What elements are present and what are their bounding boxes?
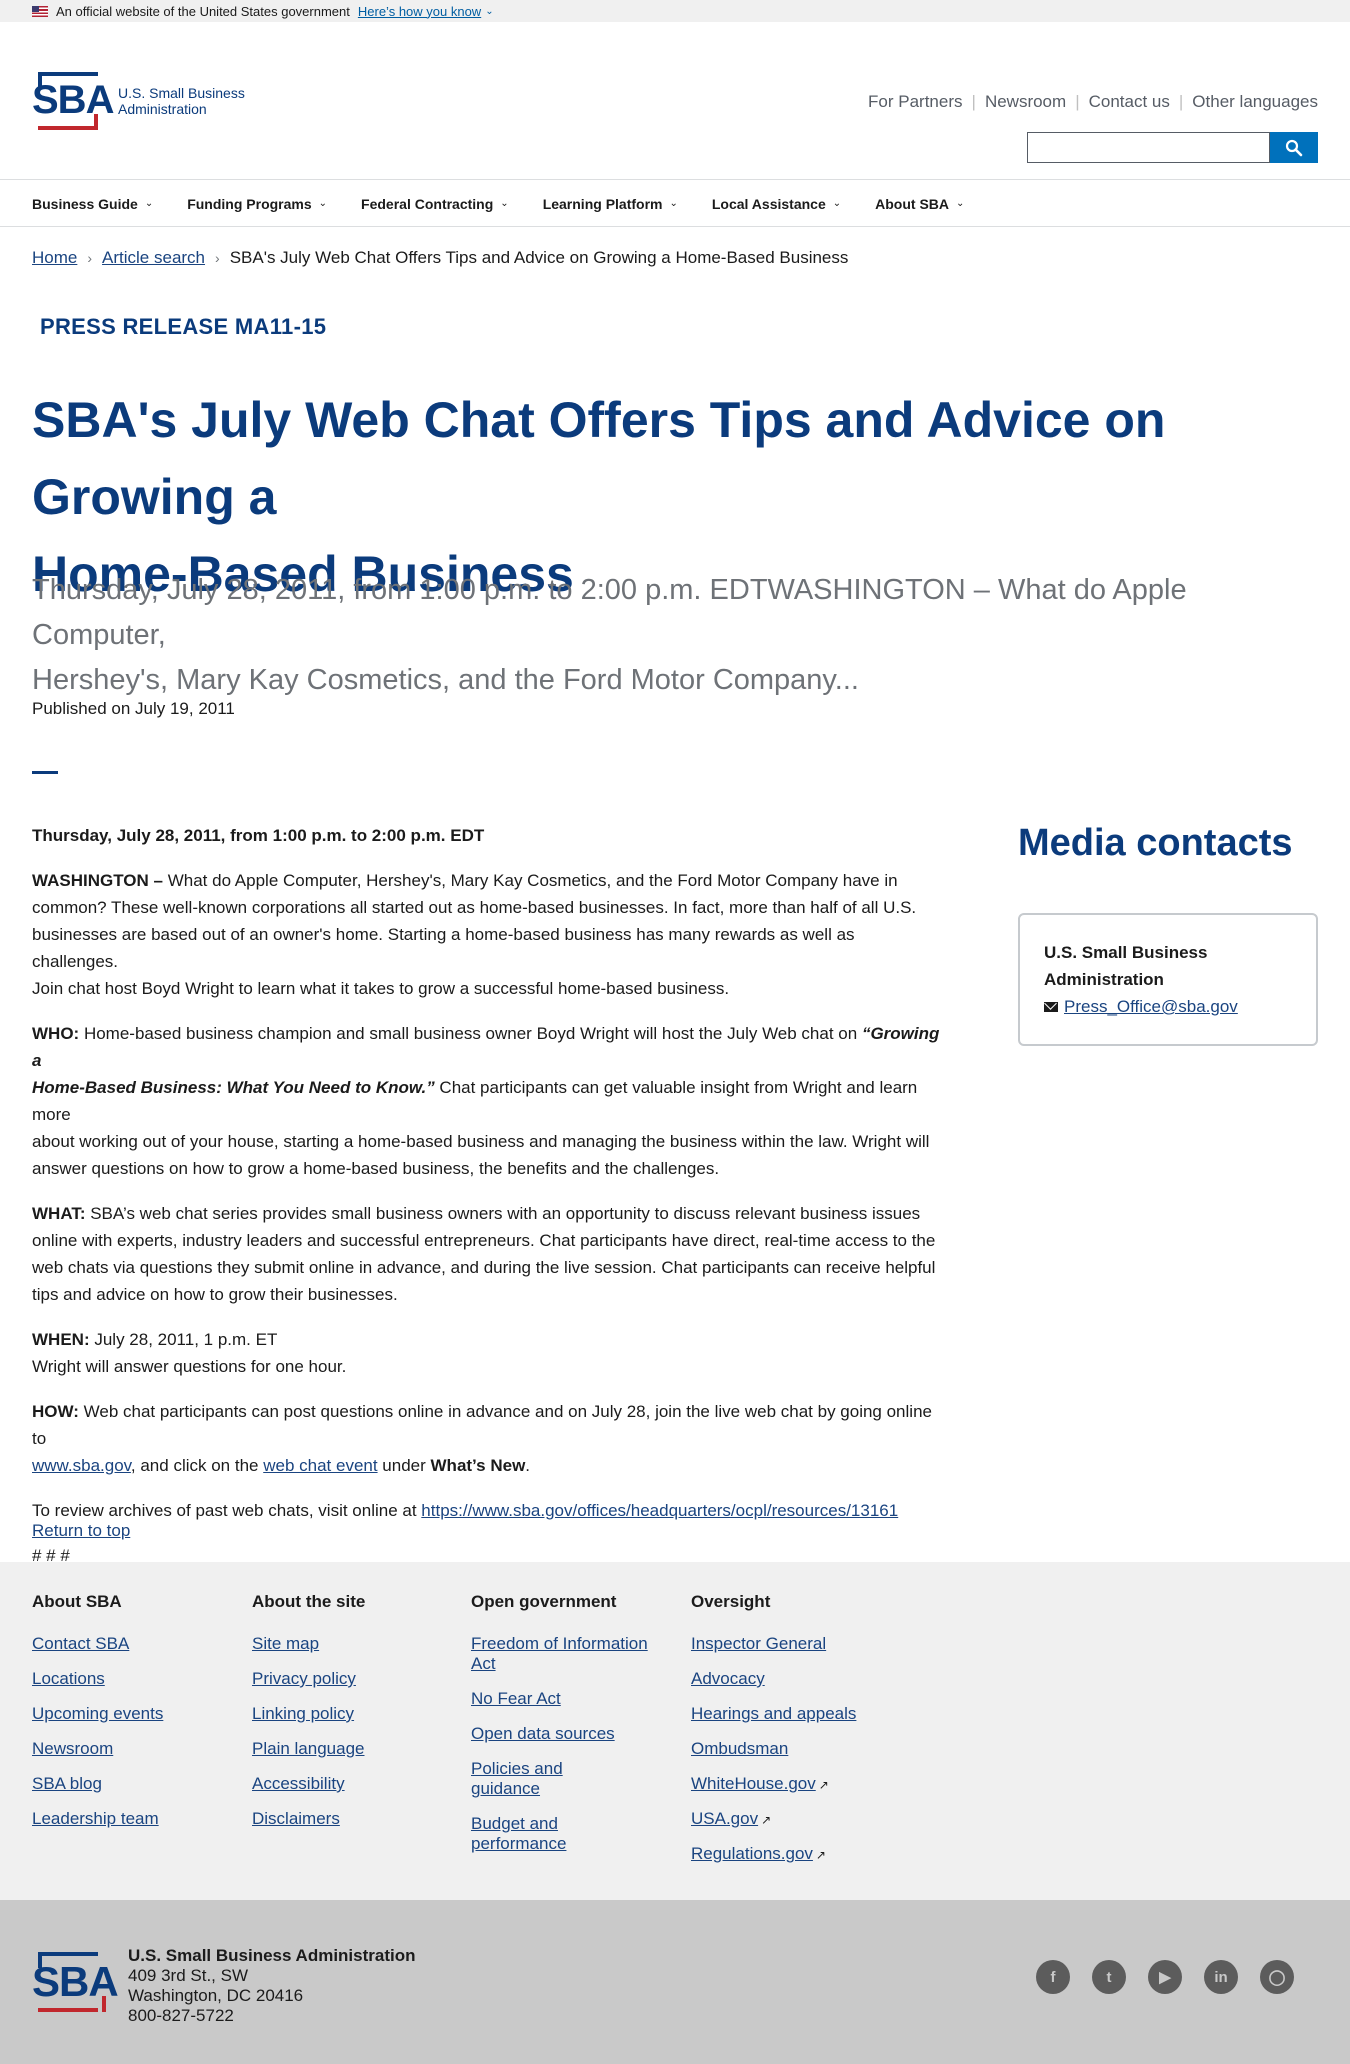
event-date-line: Thursday, July 28, 2011, from 1:00 p.m. …: [32, 826, 485, 845]
main-nav: Business Guide ⌄ Funding Programs ⌄ Federa…: [0, 181, 1350, 227]
utility-link-languages[interactable]: Other languages: [1192, 92, 1318, 112]
press-office-email-link[interactable]: Press_Office@sba.gov: [1064, 993, 1238, 1020]
nav-learning-platform[interactable]: Learning Platform ⌄: [543, 196, 678, 212]
external-link-icon: ↗: [815, 1848, 826, 1862]
heres-how-you-know-link[interactable]: Here’s how you know: [358, 4, 481, 19]
chevron-down-icon: ⌄: [669, 198, 678, 209]
utility-link-newsroom[interactable]: Newsroom: [985, 92, 1066, 112]
media-contact-card: U.S. Small Business Administration Press…: [1018, 913, 1318, 1046]
footer-link[interactable]: USA.gov: [691, 1809, 758, 1828]
footer-link[interactable]: Disclaimers: [252, 1809, 452, 1829]
sba-logo-mark: SBA: [32, 72, 114, 130]
paragraph-who: WHO: Home-based business champion and sm…: [32, 1024, 940, 1178]
utility-link-contact[interactable]: Contact us: [1089, 92, 1170, 112]
footer-col-oversight: Oversight Inspector General Advocacy Hea…: [691, 1592, 891, 1879]
footer-link[interactable]: Site map: [252, 1634, 452, 1654]
footer-link[interactable]: Linking policy: [252, 1704, 452, 1724]
sba-logo[interactable]: SBA U.S. Small Business Administration: [32, 72, 248, 130]
search-icon: [1285, 139, 1303, 156]
nav-business-guide[interactable]: Business Guide ⌄: [32, 196, 153, 212]
logo-agency-name: U.S. Small Business Administration: [118, 85, 245, 117]
footer-link[interactable]: Upcoming events: [32, 1704, 232, 1724]
breadcrumb-home[interactable]: Home: [32, 248, 77, 268]
chevron-right-icon: ›: [87, 250, 93, 266]
nav-funding-programs[interactable]: Funding Programs ⌄: [187, 196, 327, 212]
utility-nav: For Partners | Newsroom | Contact us | O…: [868, 92, 1318, 112]
sba-logo-mark[interactable]: SBA: [32, 1952, 119, 2012]
accent-divider: [32, 771, 58, 774]
footer-link[interactable]: Privacy policy: [252, 1669, 452, 1689]
footer-link[interactable]: Accessibility: [252, 1774, 452, 1794]
paragraph-washington: WASHINGTON – What do Apple Computer, Her…: [32, 871, 917, 998]
footer-link[interactable]: Advocacy: [691, 1669, 891, 1689]
nav-about-sba[interactable]: About SBA ⌄: [875, 196, 964, 212]
media-contact-org: U.S. Small Business Administration: [1044, 943, 1208, 989]
footer-link[interactable]: Policies and guidance: [471, 1759, 571, 1799]
twitter-icon[interactable]: t: [1092, 1960, 1126, 1994]
social-links: f t ▶ in ◯: [1014, 1960, 1294, 1994]
paragraph-how: HOW: Web chat participants can post ques…: [32, 1402, 932, 1475]
footer-link[interactable]: Budget and performance: [471, 1814, 571, 1854]
footer-link[interactable]: SBA blog: [32, 1774, 232, 1794]
chevron-down-icon[interactable]: ⌄: [485, 6, 493, 17]
article-summary: Thursday, July 28, 2011, from 1:00 p.m. …: [32, 574, 1187, 696]
web-chat-event-link[interactable]: web chat event: [263, 1456, 377, 1475]
chevron-down-icon: ⌄: [500, 198, 509, 209]
search-button[interactable]: [1270, 132, 1318, 163]
footer-link[interactable]: Freedom of Information Act: [471, 1634, 671, 1674]
chevron-right-icon: ›: [215, 250, 220, 266]
paragraph-when: WHEN: July 28, 2011, 1 p.m. ET Wright wi…: [32, 1330, 347, 1376]
footer-identity: SBA U.S. Small Business Administration 4…: [0, 1900, 1350, 2064]
facebook-icon[interactable]: f: [1036, 1960, 1070, 1994]
published-date: Published on July 19, 2011: [32, 699, 235, 718]
nav-local-assistance[interactable]: Local Assistance ⌄: [712, 196, 841, 212]
external-link-icon: ↗: [818, 1778, 829, 1792]
footer-link[interactable]: No Fear Act: [471, 1689, 671, 1709]
footer-link[interactable]: Contact SBA: [32, 1634, 232, 1654]
us-flag-icon: [32, 5, 48, 17]
mail-icon: [1044, 1001, 1058, 1012]
chevron-down-icon: ⌄: [318, 198, 328, 209]
instagram-icon[interactable]: ◯: [1260, 1960, 1294, 1994]
chevron-down-icon: ⌄: [956, 198, 965, 209]
archives-link[interactable]: https://www.sba.gov/offices/headquarters…: [421, 1501, 898, 1520]
paragraph-what: WHAT: SBA’s web chat series provides sma…: [32, 1204, 936, 1304]
footer-col-open-government: Open government Freedom of Information A…: [471, 1592, 671, 1869]
footer-col-about-site: About the site Site map Privacy policy L…: [252, 1592, 452, 1844]
footer-link[interactable]: Inspector General: [691, 1634, 891, 1654]
media-contacts-heading: Media contacts: [1018, 822, 1293, 864]
footer-col-about-sba: About SBA Contact SBA Locations Upcoming…: [32, 1592, 232, 1844]
return-to-top-link[interactable]: Return to top: [32, 1521, 130, 1541]
breadcrumb-article-search[interactable]: Article search: [102, 248, 205, 268]
footer-link[interactable]: Leadership team: [32, 1809, 232, 1829]
article-body: Thursday, July 28, 2011, from 1:00 p.m. …: [32, 822, 942, 1587]
footer-link[interactable]: Hearings and appeals: [691, 1704, 891, 1724]
chevron-down-icon: ⌄: [144, 198, 154, 209]
footer-link[interactable]: WhiteHouse.gov: [691, 1774, 816, 1793]
linkedin-icon[interactable]: in: [1204, 1960, 1238, 1994]
footer-link[interactable]: Regulations.gov: [691, 1844, 813, 1863]
search-input[interactable]: [1027, 132, 1270, 163]
utility-link-partners[interactable]: For Partners: [868, 92, 962, 112]
nav-federal-contracting[interactable]: Federal Contracting ⌄: [361, 196, 509, 212]
search-form: [1027, 132, 1318, 163]
sba-gov-link[interactable]: www.sba.gov: [32, 1456, 131, 1475]
footer-link[interactable]: Plain language: [252, 1739, 452, 1759]
footer-link[interactable]: Open data sources: [471, 1724, 671, 1744]
official-gov-banner: An official website of the United States…: [0, 0, 1350, 22]
external-link-icon: ↗: [761, 1813, 772, 1827]
site-header: SBA U.S. Small Business Administration F…: [0, 22, 1350, 180]
breadcrumb-current: SBA's July Web Chat Offers Tips and Advi…: [229, 248, 849, 267]
gov-banner-text: An official website of the United States…: [56, 3, 350, 19]
breadcrumb: Home › Article search › SBA's July Web C…: [32, 248, 848, 268]
youtube-icon[interactable]: ▶: [1148, 1960, 1182, 1994]
footer-link[interactable]: Ombudsman: [691, 1739, 891, 1759]
chevron-down-icon: ⌄: [832, 198, 842, 209]
paragraph-archives: To review archives of past web chats, vi…: [32, 1501, 899, 1520]
footer-link[interactable]: Newsroom: [32, 1739, 232, 1759]
press-release-id: PRESS RELEASE MA11-15: [40, 314, 327, 339]
footer-links: About SBA Contact SBA Locations Upcoming…: [0, 1562, 1350, 1900]
footer-link[interactable]: Locations: [32, 1669, 232, 1689]
agency-address: U.S. Small Business Administration 409 3…: [128, 1946, 416, 2025]
